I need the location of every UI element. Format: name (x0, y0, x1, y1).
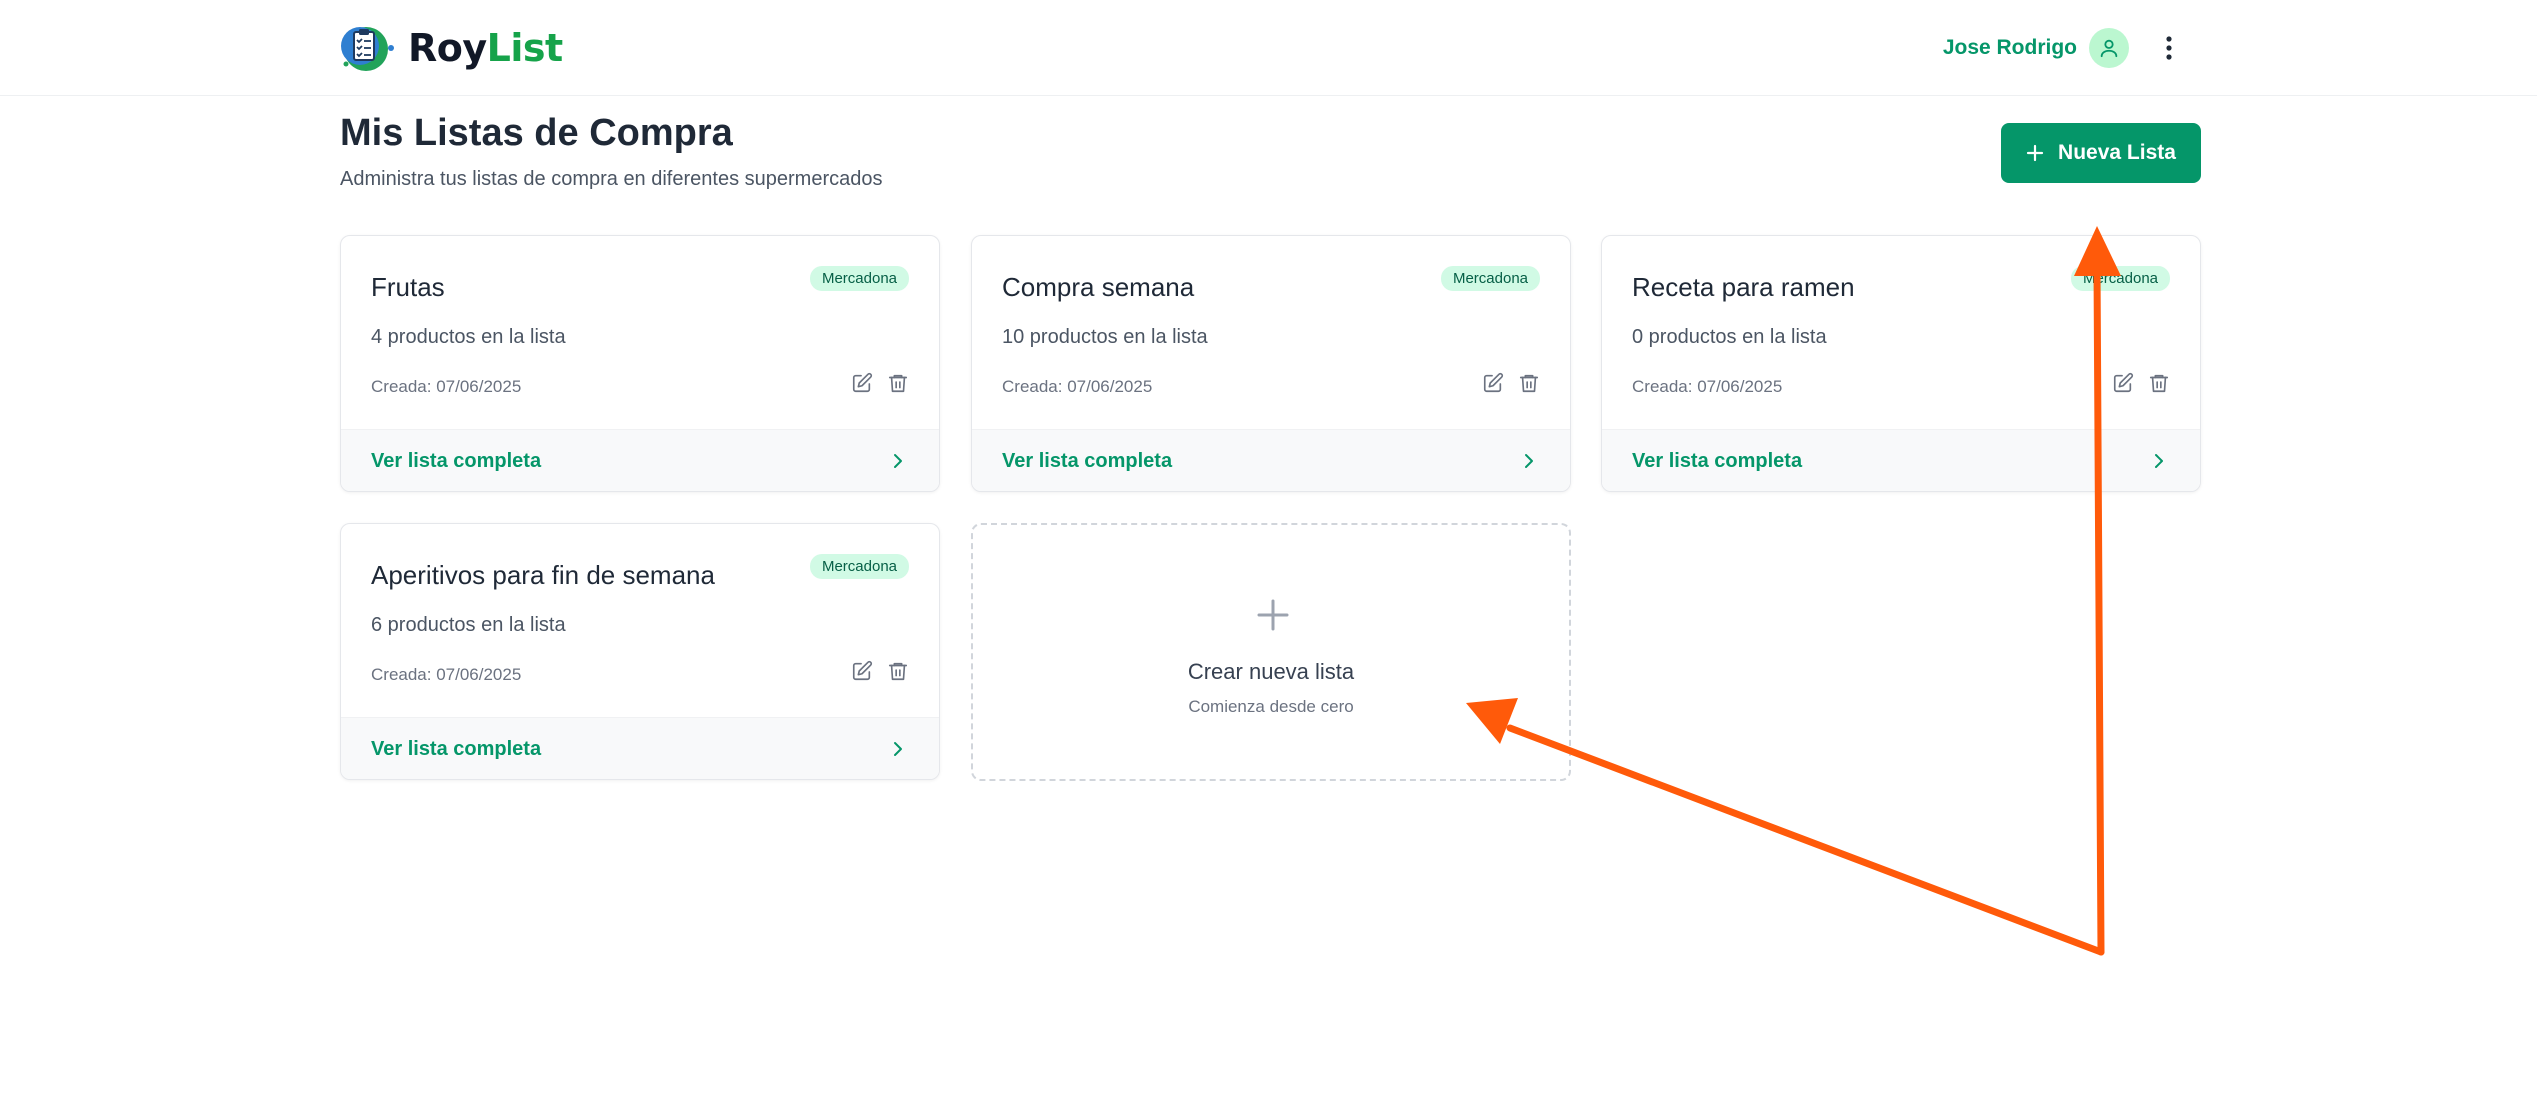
chevron-right-icon (889, 450, 907, 472)
trash-icon[interactable] (887, 660, 909, 682)
new-list-label: Nueva Lista (2058, 141, 2176, 164)
trash-icon[interactable] (1518, 372, 1540, 394)
list-title: Receta para ramen (1632, 272, 1855, 302)
app-name-part1: Roy (408, 26, 487, 70)
user-menu[interactable]: Jose Rodrigo (1943, 28, 2129, 68)
list-card[interactable]: Frutas Mercadona 4 productos en la lista… (340, 235, 940, 492)
edit-icon[interactable] (851, 372, 873, 394)
product-count: 4 productos en la lista (371, 326, 566, 348)
list-card[interactable]: Aperitivos para fin de semana Mercadona … (340, 523, 940, 780)
edit-icon[interactable] (2112, 372, 2134, 394)
app-name-part2: List (486, 26, 564, 70)
list-title: Frutas (371, 272, 445, 302)
page-subtitle: Administra tus listas de compra en difer… (340, 168, 883, 190)
created-date: Creada: 07/06/2025 (371, 377, 522, 396)
trash-icon[interactable] (2148, 372, 2170, 394)
card-footer[interactable]: Ver lista completa (1602, 429, 2200, 491)
created-date: Creada: 07/06/2025 (371, 665, 522, 684)
store-badge: Mercadona (2070, 266, 2170, 291)
chevron-right-icon (1520, 450, 1538, 472)
plus-icon (1251, 593, 1295, 637)
create-list-title: Crear nueva lista (1187, 659, 1355, 684)
plus-icon (2026, 144, 2044, 162)
view-list-link[interactable]: Ver lista completa (1002, 450, 1172, 473)
trash-icon[interactable] (887, 372, 909, 394)
created-date: Creada: 07/06/2025 (1002, 377, 1153, 396)
card-actions (1482, 372, 1540, 394)
create-list-card[interactable]: Crear nueva lista Comienza desde cero (971, 523, 1571, 781)
product-count: 0 productos en la lista (1632, 326, 1827, 348)
view-list-link[interactable]: Ver lista completa (371, 450, 541, 473)
more-vertical-icon[interactable] (2157, 30, 2181, 66)
card-actions (2112, 372, 2170, 394)
store-badge: Mercadona (809, 554, 909, 579)
clipboard-checklist-icon (340, 22, 398, 74)
user-name: Jose Rodrigo (1942, 36, 2077, 59)
list-title: Aperitivos para fin de semana (371, 560, 715, 590)
create-list-subtitle: Comienza desde cero (1188, 697, 1354, 716)
card-actions (851, 372, 909, 394)
list-card[interactable]: Compra semana Mercadona 10 productos en … (971, 235, 1571, 492)
list-card[interactable]: Receta para ramen Mercadona 0 productos … (1601, 235, 2201, 492)
card-footer[interactable]: Ver lista completa (341, 429, 939, 491)
app-logo[interactable]: RoyList (340, 22, 563, 74)
app-name: RoyList (408, 26, 563, 70)
top-header: RoyList Jose Rodrigo (0, 0, 2537, 96)
chevron-right-icon (889, 738, 907, 760)
annotation-arrow-left (1506, 724, 2105, 956)
card-actions (851, 660, 909, 682)
chevron-right-icon (2150, 450, 2168, 472)
store-badge: Mercadona (1440, 266, 1540, 291)
list-title: Compra semana (1002, 272, 1195, 302)
edit-icon[interactable] (1482, 372, 1504, 394)
edit-icon[interactable] (851, 660, 873, 682)
card-footer[interactable]: Ver lista completa (972, 429, 1570, 491)
view-list-link[interactable]: Ver lista completa (371, 738, 541, 761)
new-list-button[interactable]: Nueva Lista (2001, 123, 2201, 183)
product-count: 6 productos en la lista (371, 614, 566, 636)
product-count: 10 productos en la lista (1002, 326, 1208, 348)
store-badge: Mercadona (809, 266, 909, 291)
card-footer[interactable]: Ver lista completa (341, 717, 939, 779)
page-title: Mis Listas de Compra (340, 112, 733, 154)
view-list-link[interactable]: Ver lista completa (1632, 450, 1802, 473)
user-icon[interactable] (2089, 28, 2129, 68)
created-date: Creada: 07/06/2025 (1632, 377, 1783, 396)
